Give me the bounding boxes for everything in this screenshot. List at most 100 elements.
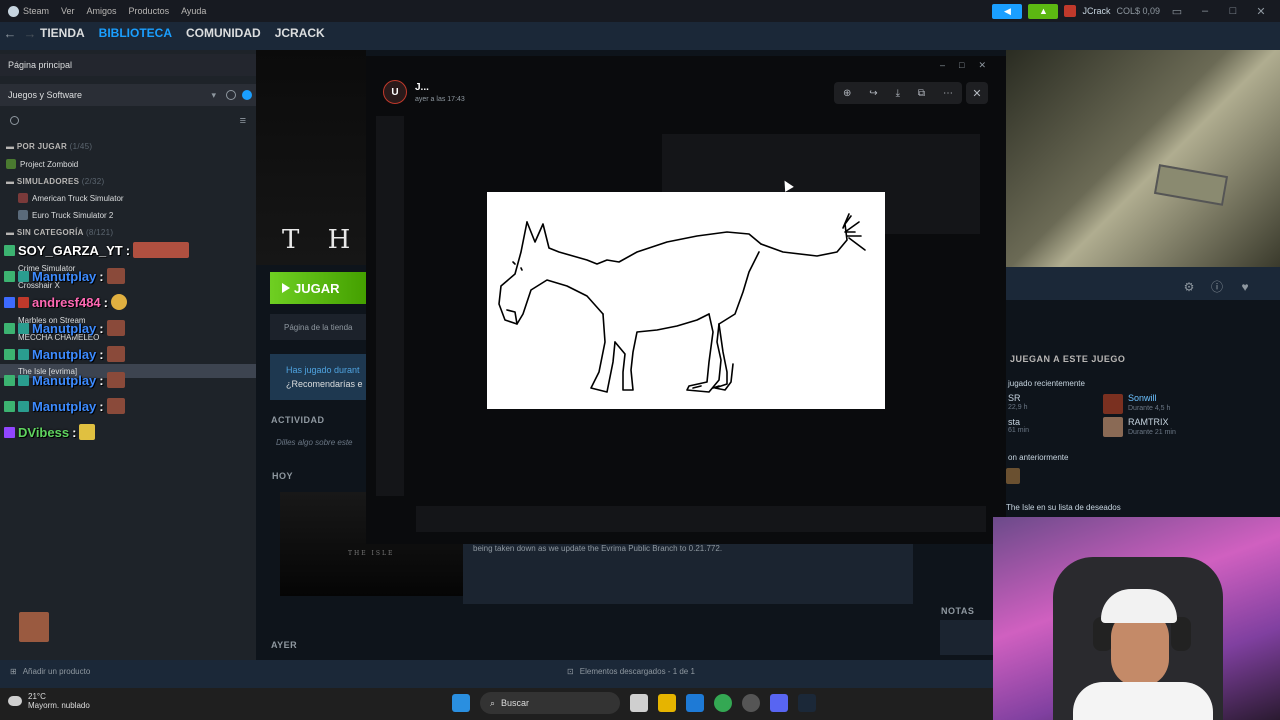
discord-icon[interactable] bbox=[770, 694, 788, 712]
section-por-jugar[interactable]: ▬ POR JUGAR (1/45) bbox=[6, 142, 92, 151]
tab-store[interactable]: TIENDA bbox=[40, 26, 85, 40]
steam-menu[interactable]: Steam bbox=[8, 5, 49, 17]
sidebar-item-ets2[interactable]: Euro Truck Simulator 2 bbox=[18, 208, 113, 222]
friend-name[interactable]: SR bbox=[1008, 393, 1021, 403]
add-product-button[interactable]: ⊞ Añadir un producto bbox=[0, 660, 256, 682]
download-icon: ⊡ bbox=[567, 666, 574, 676]
gear-icon[interactable]: ⚙ bbox=[1180, 278, 1198, 296]
emote-icon bbox=[106, 346, 125, 362]
today-header: HOY bbox=[272, 471, 294, 481]
more-icon[interactable]: ⋯ bbox=[943, 88, 953, 99]
avatar[interactable] bbox=[1103, 417, 1123, 437]
close-icon[interactable]: ✕ bbox=[1250, 5, 1272, 18]
menu-view[interactable]: Ver bbox=[61, 6, 75, 16]
play-circle-icon[interactable] bbox=[242, 90, 252, 100]
chat-message: Manutplay: bbox=[4, 268, 125, 284]
avatar[interactable]: U bbox=[383, 80, 407, 104]
taskbar-search[interactable]: ⌕ Buscar bbox=[480, 692, 620, 714]
bell-icon[interactable]: ▲ bbox=[1028, 3, 1059, 19]
nav-bar: ← → TIENDA BIBLIOTECA COMUNIDAD JCRACK bbox=[0, 22, 400, 44]
chevron-down-icon[interactable]: ▾ bbox=[211, 84, 216, 106]
game-icon bbox=[18, 193, 28, 203]
avatar[interactable] bbox=[1006, 468, 1020, 484]
activity-input[interactable]: Dilles algo sobre este bbox=[276, 438, 352, 447]
open-external-icon[interactable]: ⧉ bbox=[918, 88, 925, 99]
back-arrow-icon[interactable]: ← bbox=[0, 26, 20, 41]
yesterday-header: AYER bbox=[271, 640, 298, 650]
emote-icon bbox=[106, 268, 125, 284]
maximize-icon[interactable]: □ bbox=[1222, 5, 1244, 17]
wishlist-text: The Isle en su lista de deseados bbox=[1006, 503, 1121, 512]
game-icon bbox=[6, 159, 16, 169]
collection-filter[interactable]: Juegos y Software ▾ bbox=[0, 84, 256, 106]
friend-name[interactable]: sta bbox=[1008, 417, 1020, 427]
menu-friends[interactable]: Amigos bbox=[87, 6, 117, 16]
badge-icon bbox=[4, 348, 15, 360]
wallet-balance: COL$ 0,09 bbox=[1116, 6, 1160, 16]
windows-start-icon[interactable] bbox=[452, 694, 470, 712]
megaphone-icon[interactable]: ◀ bbox=[992, 3, 1023, 19]
tab-profile[interactable]: JCRACK bbox=[275, 26, 325, 40]
menu-help[interactable]: Ayuda bbox=[181, 6, 206, 16]
search-icon bbox=[10, 116, 19, 125]
chat-message: DVibess: bbox=[4, 424, 96, 440]
avatar[interactable] bbox=[1064, 5, 1077, 17]
tab-library[interactable]: BIBLIOTECA bbox=[99, 26, 172, 40]
friend-name[interactable]: Sonwill bbox=[1128, 393, 1157, 403]
steam-icon[interactable] bbox=[798, 694, 816, 712]
chat-message: Manutplay: bbox=[4, 372, 125, 388]
download-status[interactable]: ⊡ Elementos descargados - 1 de 1 bbox=[256, 660, 1006, 682]
news-text: being taken down as we update the Evrima… bbox=[473, 544, 723, 553]
window-controls: – □ ✕ bbox=[940, 60, 986, 71]
maximize-icon[interactable]: □ bbox=[959, 60, 964, 71]
badge-icon bbox=[18, 348, 29, 360]
forward-arrow-icon[interactable]: → bbox=[20, 26, 40, 41]
filter-icon[interactable]: ≡ bbox=[240, 115, 246, 127]
chrome-icon[interactable] bbox=[714, 694, 732, 712]
sidebar-item-project-zomboid[interactable]: Project Zomboid bbox=[6, 157, 78, 171]
top-right-controls: ◀ ▲ JCrack COL$ 0,09 ▭ – □ ✕ bbox=[992, 0, 1280, 22]
outlook-icon[interactable] bbox=[686, 694, 704, 712]
screen-icon[interactable]: ▭ bbox=[1166, 5, 1188, 18]
play-button[interactable]: JUGAR bbox=[270, 272, 366, 304]
badge-icon bbox=[18, 270, 29, 282]
forward-icon[interactable]: ↪ bbox=[869, 88, 877, 99]
close-icon[interactable]: ✕ bbox=[978, 60, 986, 71]
library-search[interactable]: ≡ bbox=[0, 110, 256, 132]
donkey-drawing-image bbox=[487, 192, 885, 409]
sender-name[interactable]: J... bbox=[415, 82, 429, 93]
zoom-in-icon[interactable]: ⊕ bbox=[843, 88, 851, 99]
sent-time: ayer a las 17:43 bbox=[415, 96, 465, 103]
notes-box[interactable] bbox=[940, 620, 1000, 655]
store-page-link[interactable]: Página de la tienda bbox=[270, 314, 366, 340]
file-explorer-icon[interactable] bbox=[658, 694, 676, 712]
friend-name[interactable]: RAMTRIX bbox=[1128, 417, 1169, 427]
tab-community[interactable]: COMUNIDAD bbox=[186, 26, 261, 40]
review-prompt[interactable]: Has jugado durant ¿Recomendarías e bbox=[270, 354, 366, 400]
steam-logo-icon bbox=[8, 5, 19, 17]
info-icon[interactable]: ⓘ bbox=[1208, 278, 1226, 296]
task-view-icon[interactable] bbox=[630, 694, 648, 712]
menu-products[interactable]: Productos bbox=[129, 6, 170, 16]
emote-icon bbox=[19, 612, 49, 642]
obs-icon[interactable] bbox=[742, 694, 760, 712]
emote-icon bbox=[111, 294, 127, 310]
minimize-icon[interactable]: – bbox=[940, 60, 945, 71]
section-simuladores[interactable]: ▬ SIMULADORES (2/32) bbox=[6, 177, 104, 186]
minimize-icon[interactable]: – bbox=[1194, 5, 1216, 17]
download-icon[interactable]: ⤓ bbox=[896, 88, 900, 99]
badge-icon bbox=[4, 322, 15, 334]
clock-icon[interactable] bbox=[226, 90, 236, 100]
section-sin-categoria[interactable]: ▬ SIN CATEGORÍA (8/121) bbox=[6, 228, 113, 237]
weather-widget[interactable]: 21°C Mayorm. nublado bbox=[8, 692, 90, 710]
temperature: 21°C bbox=[28, 692, 46, 701]
sidebar-item-ats[interactable]: American Truck Simulator bbox=[18, 191, 124, 205]
user-name[interactable]: JCrack bbox=[1082, 6, 1110, 16]
sidebar-home[interactable]: Página principal bbox=[0, 54, 256, 76]
friend-time: 22,9 h bbox=[1008, 404, 1028, 411]
badge-icon bbox=[18, 400, 29, 412]
webcam-feed bbox=[993, 517, 1280, 720]
heart-icon[interactable]: ♥ bbox=[1236, 278, 1254, 296]
avatar[interactable] bbox=[1103, 394, 1123, 414]
close-viewer-button[interactable]: ✕ bbox=[966, 82, 988, 104]
